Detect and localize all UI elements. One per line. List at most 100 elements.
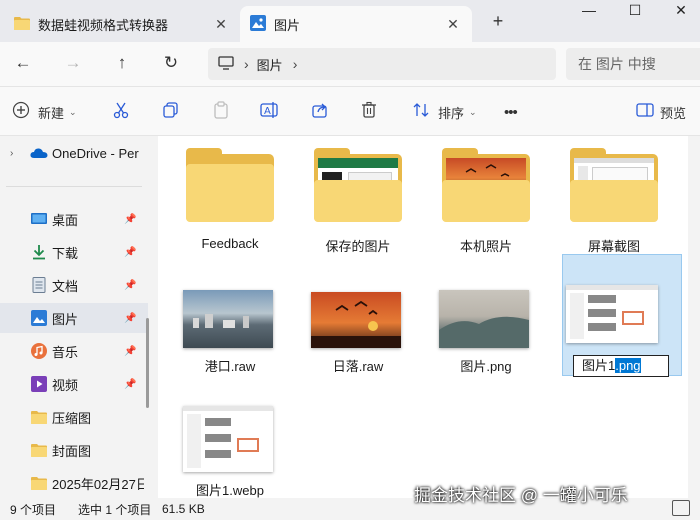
- rename-button[interactable]: A: [260, 101, 280, 123]
- pictures-icon: [250, 14, 266, 34]
- copy-icon: [162, 101, 180, 124]
- scissors-icon: [112, 101, 130, 124]
- file-label: 日落.raw: [332, 359, 384, 374]
- address-row: ← → ↑ ↻ › 图片 › 在 图片 中搜: [0, 42, 700, 86]
- back-button[interactable]: ←: [12, 52, 34, 74]
- pin-icon[interactable]: 📌: [124, 379, 136, 390]
- image-thumbnail: [311, 292, 401, 348]
- tab-converter-folder[interactable]: 数据蛙视频格式转换器 ✕: [4, 6, 240, 42]
- plus-circle-icon: [12, 101, 30, 124]
- file-item-feedback[interactable]: Feedback: [170, 140, 290, 264]
- copy-button[interactable]: [162, 101, 180, 123]
- monitor-icon: [218, 55, 234, 73]
- new-button[interactable]: 新建 ⌄: [12, 101, 77, 123]
- sidebar-item-label: 封面图: [52, 443, 92, 459]
- tab-close-icon[interactable]: ✕: [444, 16, 462, 33]
- more-options-button[interactable]: •••: [504, 101, 518, 123]
- rename-icon: A: [260, 101, 280, 124]
- documents-icon: [30, 277, 48, 293]
- rename-field[interactable]: 图片1.png: [573, 355, 669, 377]
- search-input[interactable]: 在 图片 中搜: [566, 48, 700, 80]
- pin-icon[interactable]: 📌: [124, 214, 136, 225]
- music-icon: [30, 343, 48, 359]
- image-thumbnail: [566, 285, 658, 343]
- file-item-picture1-webp[interactable]: 图片1.webp: [170, 396, 290, 498]
- preview-pane-icon: [636, 102, 654, 123]
- chevron-right-icon[interactable]: ›: [10, 148, 13, 159]
- sidebar-scrollbar[interactable]: [146, 318, 149, 408]
- selection-size: 61.5 KB: [162, 502, 205, 516]
- maximize-button[interactable]: ☐: [620, 2, 650, 19]
- minimize-button[interactable]: —: [574, 2, 604, 18]
- sidebar-item-label: 视频: [52, 377, 79, 393]
- forward-button[interactable]: →: [62, 52, 84, 74]
- file-label: 图片.png: [460, 359, 512, 374]
- videos-icon: [30, 376, 48, 392]
- tab-label: 图片: [274, 17, 301, 33]
- file-item-sunset-raw[interactable]: 日落.raw: [298, 272, 418, 374]
- search-placeholder: 在 图片 中搜: [578, 56, 656, 72]
- details-view-icon[interactable]: [672, 500, 690, 516]
- download-icon: [30, 244, 48, 260]
- sidebar-item-videos[interactable]: 视频 📌: [0, 369, 148, 399]
- folder-icon: [30, 409, 48, 425]
- sidebar-item-music[interactable]: 音乐 📌: [0, 336, 148, 366]
- file-item-picture-png[interactable]: 图片.png: [426, 272, 546, 374]
- up-button[interactable]: ↑: [111, 52, 133, 74]
- sidebar-item-covers[interactable]: 封面图: [0, 435, 148, 465]
- navigation-pane: › OneDrive - Per 桌面 📌 下载 📌 文档 📌 图片 📌 音乐 …: [0, 136, 149, 498]
- cut-button[interactable]: [112, 101, 130, 123]
- share-button[interactable]: [311, 101, 329, 123]
- file-label: 保存的图片: [325, 239, 391, 254]
- sidebar-item-downloads[interactable]: 下载 📌: [0, 237, 148, 267]
- sidebar-item-label: 文档: [52, 278, 79, 294]
- selection-count: 选中 1 个项目: [78, 502, 152, 517]
- desktop-icon: [30, 211, 48, 227]
- file-item-local-photos[interactable]: 本机照片: [426, 140, 546, 264]
- pin-icon[interactable]: 📌: [124, 313, 136, 324]
- new-tab-button[interactable]: +: [487, 11, 509, 32]
- file-item-picture1-png[interactable]: 图片1.png: [562, 254, 682, 377]
- folder-icon: [30, 475, 48, 491]
- tab-pictures[interactable]: 图片 ✕: [240, 6, 472, 42]
- refresh-button[interactable]: ↻: [160, 52, 182, 74]
- sidebar-item-label: 压缩图: [52, 410, 92, 426]
- sidebar-item-onedrive[interactable]: › OneDrive - Per: [0, 138, 148, 168]
- sidebar-item-compressed[interactable]: 压缩图: [0, 402, 148, 432]
- item-count: 9 个项目: [10, 502, 57, 517]
- pin-icon[interactable]: 📌: [124, 346, 136, 357]
- file-item-harbor-raw[interactable]: 港口.raw: [170, 272, 290, 374]
- pin-icon[interactable]: 📌: [124, 247, 136, 258]
- file-item-saved-pictures[interactable]: 保存的图片: [298, 140, 418, 264]
- preview-label: 预览: [660, 105, 687, 121]
- folder-icon: [14, 16, 30, 33]
- svg-text:A: A: [264, 106, 271, 117]
- file-item-screenshots[interactable]: 屏幕截图: [554, 140, 674, 264]
- sidebar-item-date-folder[interactable]: 2025年02月27日: [0, 468, 148, 498]
- sort-icon: [412, 101, 430, 124]
- breadcrumb-separator: ›: [244, 56, 249, 72]
- chevron-down-icon: ⌄: [69, 106, 77, 117]
- breadcrumb-pictures[interactable]: 图片: [257, 55, 283, 74]
- sidebar-item-label: 图片: [52, 311, 79, 327]
- pin-icon[interactable]: 📌: [124, 280, 136, 291]
- file-label: Feedback: [201, 236, 259, 251]
- paste-button[interactable]: [212, 100, 230, 124]
- address-bar[interactable]: › 图片 ›: [208, 48, 556, 80]
- close-window-button[interactable]: ✕: [666, 2, 696, 19]
- sort-button[interactable]: 排序 ⌄: [412, 101, 477, 123]
- sidebar-item-pictures[interactable]: 图片 📌: [0, 303, 148, 333]
- delete-button[interactable]: [360, 101, 378, 123]
- watermark: 掘金技术社区 @ 一罐小可乐: [414, 486, 628, 505]
- new-label: 新建: [38, 105, 65, 121]
- file-label: 本机照片: [459, 239, 512, 254]
- file-label: 图片1.webp: [196, 483, 264, 498]
- sidebar-item-documents[interactable]: 文档 📌: [0, 270, 148, 300]
- breadcrumb-separator: ›: [292, 56, 298, 72]
- sidebar-item-label: 2025年02月27日: [52, 476, 144, 492]
- tab-close-icon[interactable]: ✕: [212, 16, 230, 33]
- image-thumbnail: [183, 290, 273, 348]
- clipboard-icon: [212, 100, 230, 124]
- sidebar-item-desktop[interactable]: 桌面 📌: [0, 204, 148, 234]
- preview-button[interactable]: 预览: [636, 101, 686, 123]
